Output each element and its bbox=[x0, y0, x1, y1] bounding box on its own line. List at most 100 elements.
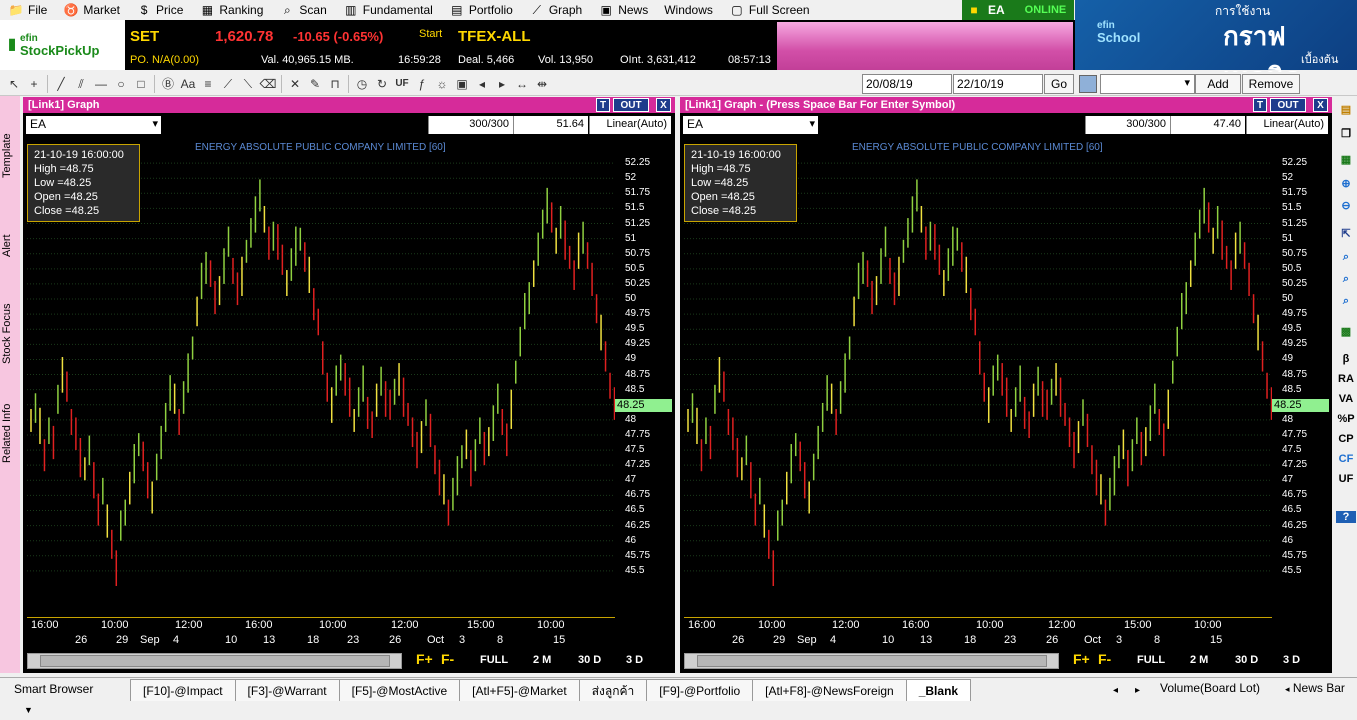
taskbar-tab[interactable]: _Blank bbox=[905, 679, 972, 701]
zoom-out-icon[interactable]: ⌕ bbox=[1336, 273, 1356, 286]
f-minus-button[interactable]: F- bbox=[1098, 651, 1111, 667]
horizontal-scrollbar[interactable] bbox=[27, 653, 402, 669]
fan-icon[interactable]: ⟋ bbox=[219, 75, 237, 93]
range-30d-button[interactable]: 30 D bbox=[1235, 654, 1258, 666]
tool-cp[interactable]: CP bbox=[1336, 433, 1356, 445]
range-3d-button[interactable]: 3 D bbox=[626, 654, 643, 666]
horizontal-scrollbar[interactable] bbox=[684, 653, 1059, 669]
clock-icon[interactable]: ◷ bbox=[353, 75, 371, 93]
tool-va[interactable]: VA bbox=[1336, 393, 1356, 405]
grid-icon[interactable]: ▦ bbox=[1336, 153, 1356, 166]
taskbar-tab[interactable]: [F5]-@MostActive bbox=[338, 679, 461, 701]
menu-news[interactable]: ▣ News bbox=[590, 0, 656, 20]
eraser-icon[interactable]: ⌫ bbox=[259, 75, 277, 93]
refresh-icon[interactable]: ↻ bbox=[373, 75, 391, 93]
magnet-icon[interactable]: ⊓ bbox=[326, 75, 344, 93]
date-from-input[interactable]: 20/08/19 bbox=[862, 74, 952, 94]
menu-full-screen[interactable]: ▢ Full Screen bbox=[721, 0, 818, 20]
scroll-thumb[interactable] bbox=[697, 655, 1047, 667]
line-icon[interactable]: ╱ bbox=[52, 75, 70, 93]
tool-uf[interactable]: UF bbox=[1336, 473, 1356, 485]
symbol-select[interactable] bbox=[1100, 74, 1195, 94]
coin-icon[interactable]: Ⓑ bbox=[159, 75, 177, 93]
panel-close-button[interactable]: X bbox=[1313, 98, 1328, 112]
tool-beta[interactable]: β bbox=[1336, 353, 1356, 365]
cursor-icon[interactable]: ⇱ bbox=[1336, 227, 1356, 240]
menu-price[interactable]: $ Price bbox=[128, 0, 191, 20]
list-icon[interactable] bbox=[1079, 75, 1097, 93]
panel-close-button[interactable]: X bbox=[656, 98, 671, 112]
expand-icon[interactable]: ↔ bbox=[513, 75, 531, 93]
sidebar-tab-template[interactable]: Template bbox=[1, 126, 19, 186]
scroll-thumb[interactable] bbox=[40, 655, 390, 667]
crosshair-icon[interactable]: + bbox=[25, 75, 43, 93]
gann-icon[interactable]: ⟍ bbox=[239, 75, 257, 93]
smart-browser-button[interactable]: Smart Browser ▼ bbox=[2, 679, 115, 715]
image-icon[interactable]: ▣ bbox=[453, 75, 471, 93]
panel-out-button[interactable]: OUT bbox=[1270, 98, 1306, 112]
ls-icon[interactable]: ▩ bbox=[1336, 325, 1356, 338]
sidebar-tab-alert[interactable]: Alert bbox=[1, 226, 19, 266]
menu-market[interactable]: ♉ Market bbox=[55, 0, 128, 20]
taskbar-tab[interactable]: [F3]-@Warrant bbox=[234, 679, 340, 701]
pencil-icon[interactable]: ✎ bbox=[306, 75, 324, 93]
menu-portfolio[interactable]: ▤ Portfolio bbox=[441, 0, 521, 20]
taskbar-tab[interactable]: ส่งลูกค้า bbox=[578, 679, 648, 701]
pointer-icon[interactable]: ↖ bbox=[5, 75, 23, 93]
f-plus-button[interactable]: F+ bbox=[416, 651, 433, 667]
zoom-fit-icon[interactable]: ⌕ bbox=[1336, 295, 1356, 308]
menu-fundamental[interactable]: ▥ Fundamental bbox=[335, 0, 441, 20]
arrow-left-icon[interactable]: ◂ bbox=[473, 75, 491, 93]
parallel-line-icon[interactable]: ⫽ bbox=[72, 75, 90, 93]
tool-ra[interactable]: RA bbox=[1336, 373, 1356, 385]
f-plus-button[interactable]: F+ bbox=[1073, 651, 1090, 667]
add-button[interactable]: Add bbox=[1195, 74, 1241, 94]
symbol-input[interactable]: EA bbox=[683, 116, 818, 134]
panel-t-button[interactable]: T bbox=[596, 98, 610, 112]
menu-scan[interactable]: ⌕ Scan bbox=[271, 0, 334, 20]
uf-icon[interactable]: UF bbox=[393, 75, 411, 93]
circle-icon[interactable]: ○ bbox=[112, 75, 130, 93]
weather-icon[interactable]: ☼ bbox=[433, 75, 451, 93]
taskbar-tab[interactable]: [F10]-@Impact bbox=[130, 679, 236, 701]
copy-icon[interactable]: ❐ bbox=[1336, 127, 1356, 140]
volume-board-lot[interactable]: Volume(Board Lot) bbox=[1160, 681, 1260, 695]
save-icon[interactable]: ▤ bbox=[1336, 103, 1356, 116]
scale-mode[interactable]: Linear(Auto) bbox=[589, 116, 671, 134]
rectangle-icon[interactable]: □ bbox=[132, 75, 150, 93]
remove-button[interactable]: Remove bbox=[1242, 74, 1300, 94]
help-icon[interactable]: ? bbox=[1336, 511, 1356, 523]
delete-icon[interactable]: ✕ bbox=[286, 75, 304, 93]
compress-icon[interactable]: ⇹ bbox=[533, 75, 551, 93]
taskbar-tab[interactable]: [F9]-@Portfolio bbox=[646, 679, 754, 701]
news-bar[interactable]: ◂ News Bar bbox=[1285, 681, 1345, 695]
range-3d-button[interactable]: 3 D bbox=[1283, 654, 1300, 666]
range-2m-button[interactable]: 2 M bbox=[533, 654, 551, 666]
fibonacci-icon[interactable]: ≡ bbox=[199, 75, 217, 93]
formula-icon[interactable]: ƒ bbox=[413, 75, 431, 93]
menu-graph[interactable]: ⟋ Graph bbox=[521, 0, 590, 20]
tab-prev-icon[interactable]: ◂ bbox=[1113, 685, 1118, 696]
f-minus-button[interactable]: F- bbox=[441, 651, 454, 667]
panel-t-button[interactable]: T bbox=[1253, 98, 1267, 112]
scale-mode[interactable]: Linear(Auto) bbox=[1246, 116, 1328, 134]
horizontal-line-icon[interactable]: — bbox=[92, 75, 110, 93]
tool-pctp[interactable]: %P bbox=[1336, 413, 1356, 425]
tool-cf[interactable]: CF bbox=[1336, 453, 1356, 465]
zoom-in-icon[interactable]: ⌕ bbox=[1336, 251, 1356, 264]
date-to-input[interactable]: 22/10/19 bbox=[953, 74, 1043, 94]
range-full-button[interactable]: FULL bbox=[1137, 654, 1165, 666]
range-full-button[interactable]: FULL bbox=[480, 654, 508, 666]
sidebar-tab-stock-focus[interactable]: Stock Focus bbox=[1, 296, 19, 371]
zoom-in-circle-icon[interactable]: ⊕ bbox=[1336, 177, 1356, 190]
sidebar-tab-related-info[interactable]: Related Info bbox=[1, 396, 19, 471]
symbol-input[interactable]: EA bbox=[26, 116, 161, 134]
zoom-out-circle-icon[interactable]: ⊖ bbox=[1336, 199, 1356, 212]
menu-ranking[interactable]: ▦ Ranking bbox=[191, 0, 271, 20]
arrow-right-icon[interactable]: ▸ bbox=[493, 75, 511, 93]
efin-school-ad[interactable]: efin School การใช้งาน กราฟเทคนิค เบื้องต… bbox=[1075, 0, 1357, 92]
tab-next-icon[interactable]: ▸ bbox=[1135, 685, 1140, 696]
go-button[interactable]: Go bbox=[1044, 74, 1074, 94]
menu-file[interactable]: 📁 File bbox=[0, 0, 55, 20]
taskbar-tab[interactable]: [Atl+F8]-@NewsForeign bbox=[752, 679, 907, 701]
